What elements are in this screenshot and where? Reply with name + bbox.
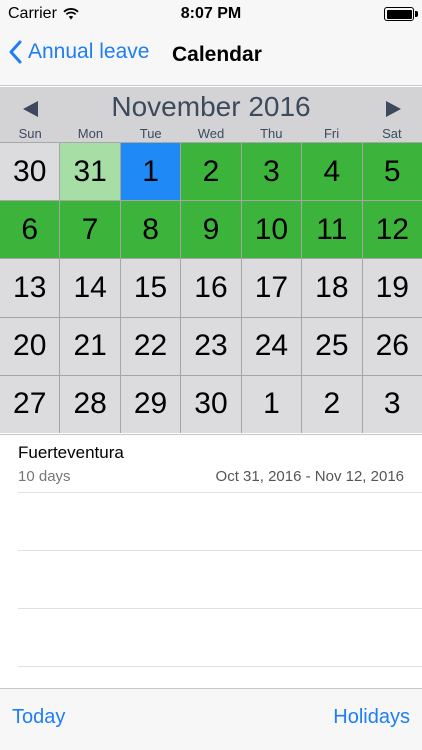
calendar-day[interactable]: 15 xyxy=(120,259,181,317)
calendar-day[interactable]: 24 xyxy=(241,317,302,375)
calendar-day-leave[interactable]: 5 xyxy=(362,143,422,201)
calendar-day[interactable]: 22 xyxy=(120,317,181,375)
weekday-label: Sat xyxy=(382,126,402,141)
calendar-day[interactable]: 30 xyxy=(181,375,241,433)
calendar-day[interactable]: 2 xyxy=(302,375,362,433)
weekday-label: Fri xyxy=(323,126,340,141)
status-time: 8:07 PM xyxy=(180,5,242,22)
calendar-day[interactable]: 30 xyxy=(0,143,60,201)
back-button[interactable]: Annual leave xyxy=(8,40,149,64)
calendar-day[interactable]: 13 xyxy=(0,259,60,317)
calendar-day[interactable]: 25 xyxy=(302,317,362,375)
event-date-range: Oct 31, 2016 - Nov 12, 2016 xyxy=(215,468,404,485)
weekday-label: Tue xyxy=(139,126,162,141)
weekday-label: Wed xyxy=(197,126,225,141)
weekday-label: Mon xyxy=(77,126,104,141)
chevron-left-icon xyxy=(9,40,22,64)
calendar-day[interactable]: 20 xyxy=(0,317,60,375)
calendar-day-leave[interactable]: 2 xyxy=(181,143,241,201)
holidays-button[interactable]: Holidays xyxy=(333,706,410,729)
event-title: Fuerteventura xyxy=(18,443,124,462)
event-duration: 10 days xyxy=(18,468,71,485)
calendar-day[interactable]: 23 xyxy=(181,317,241,375)
calendar-day-leave[interactable]: 11 xyxy=(302,201,362,259)
calendar-day[interactable]: 3 xyxy=(362,375,422,433)
calendar-day[interactable]: 29 xyxy=(120,375,181,433)
list-separator xyxy=(18,492,422,493)
calendar-day-leave[interactable]: 10 xyxy=(241,201,302,259)
calendar-day[interactable]: 19 xyxy=(362,259,422,317)
calendar-day-leave[interactable]: 8 xyxy=(120,201,181,259)
weekday-label: Sun xyxy=(18,126,42,141)
today-button[interactable]: Today xyxy=(12,706,65,729)
calendar-day-leave[interactable]: 9 xyxy=(181,201,241,259)
calendar-day-leave[interactable]: 6 xyxy=(0,201,60,259)
back-button-label: Annual leave xyxy=(28,40,150,63)
list-separator xyxy=(18,550,422,551)
calendar-day-selected[interactable]: 1 xyxy=(120,143,181,201)
calendar-header: November 2016 Sun Mon Tue Wed Thu Fri Sa… xyxy=(0,87,422,143)
navigation-bar: Annual leave Calendar xyxy=(0,28,422,86)
calendar-grid: 30 31 1 2 3 4 5 6 7 8 9 10 11 12 13 14 1… xyxy=(0,143,422,433)
calendar-day[interactable]: 27 xyxy=(0,375,60,433)
page-title: Calendar xyxy=(172,43,262,66)
calendar-day[interactable]: 1 xyxy=(241,375,302,433)
calendar-day-leave-start[interactable]: 31 xyxy=(60,143,120,201)
bottom-toolbar: Today Holidays xyxy=(0,688,422,750)
event-list-item[interactable]: Fuerteventura 10 days Oct 31, 2016 - Nov… xyxy=(0,434,422,492)
calendar-day-leave[interactable]: 7 xyxy=(60,201,120,259)
calendar-day-leave[interactable]: 4 xyxy=(302,143,362,201)
calendar-day-leave[interactable]: 3 xyxy=(241,143,302,201)
calendar-day[interactable]: 28 xyxy=(60,375,120,433)
month-title: November 2016 xyxy=(111,91,311,122)
status-bar: Carrier 8:07 PM xyxy=(0,0,422,28)
calendar-day[interactable]: 21 xyxy=(60,317,120,375)
calendar-day[interactable]: 18 xyxy=(302,259,362,317)
calendar-day[interactable]: 26 xyxy=(362,317,422,375)
list-separator xyxy=(18,608,422,609)
calendar-day-leave[interactable]: 12 xyxy=(362,201,422,259)
next-month-button[interactable] xyxy=(378,97,406,121)
calendar-day[interactable]: 14 xyxy=(60,259,120,317)
list-separator xyxy=(18,666,422,667)
weekday-row: Sun Mon Tue Wed Thu Fri Sat xyxy=(0,126,422,142)
battery-icon xyxy=(384,7,418,21)
weekday-label: Thu xyxy=(260,126,283,141)
calendar-day[interactable]: 16 xyxy=(181,259,241,317)
calendar-day[interactable]: 17 xyxy=(241,259,302,317)
